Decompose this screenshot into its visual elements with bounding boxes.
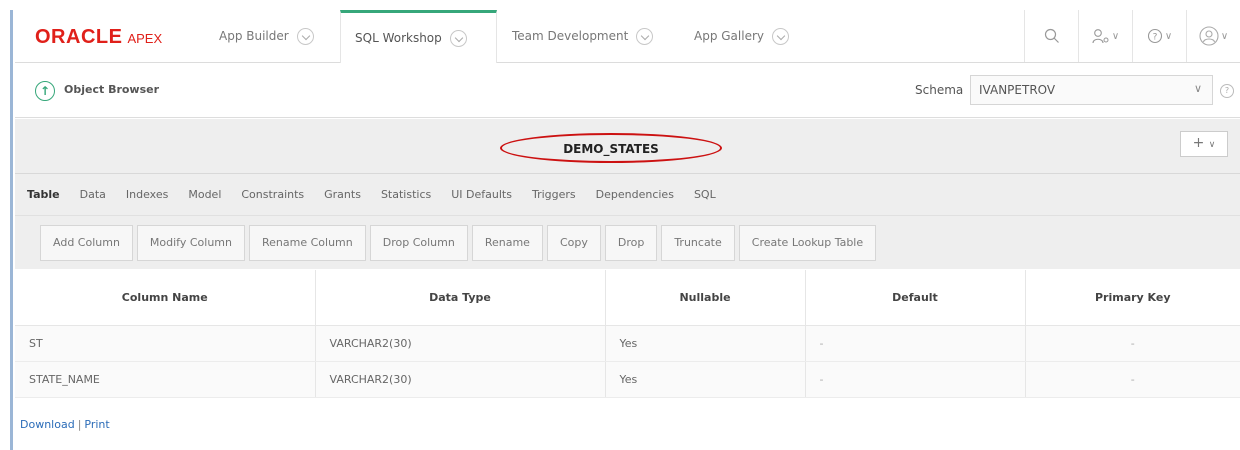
help-menu-icon[interactable]: ? ∨ [1132, 10, 1186, 62]
nav-tab-app-gallery[interactable]: App Gallery [680, 10, 803, 62]
subtab-grants[interactable]: Grants [324, 175, 361, 215]
schema-select[interactable]: IVANPETROV ∨ [970, 75, 1213, 105]
print-link[interactable]: Print [84, 418, 109, 431]
oracle-apex-logo[interactable]: ORACLE APEX [35, 26, 162, 48]
logo-oracle-text: ORACLE [35, 26, 123, 48]
nav-tab-sql-workshop[interactable]: SQL Workshop [340, 10, 497, 63]
report-footer-links: Download | Print [20, 418, 110, 431]
nav-tab-app-builder[interactable]: App Builder [205, 10, 328, 62]
subtab-indexes[interactable]: Indexes [126, 175, 168, 215]
drop-button[interactable]: Drop [604, 224, 658, 261]
link-separator: | [77, 418, 82, 431]
table-cell: VARCHAR2(30) [315, 325, 606, 362]
search-icon[interactable] [1024, 10, 1078, 62]
administration-icon[interactable]: ∨ [1078, 10, 1132, 62]
object-name: DEMO_STATES [563, 142, 659, 156]
subtab-data[interactable]: Data [80, 175, 106, 215]
chevron-down-icon: ∨ [1193, 82, 1202, 95]
chevron-down-icon[interactable] [772, 27, 789, 45]
nav-tab-label: SQL Workshop [355, 31, 442, 45]
table-cell: - [805, 361, 1026, 398]
copy-button[interactable]: Copy [546, 224, 601, 261]
subtab-model[interactable]: Model [188, 175, 221, 215]
nav-icon-group: ∨ ? ∨ ∨ [1024, 10, 1240, 62]
table-cell: - [1025, 361, 1240, 398]
truncate-button[interactable]: Truncate [661, 224, 735, 261]
column-header[interactable]: Nullable [605, 270, 806, 326]
nav-tab-label: App Builder [219, 29, 289, 43]
top-navigation: ORACLE APEX App Builder SQL Workshop Tea… [15, 10, 1240, 63]
create-object-button[interactable]: + ∨ [1180, 131, 1228, 157]
columns-table: Column Name Data Type Nullable Default P… [15, 270, 1240, 398]
schema-value: IVANPETROV [979, 83, 1056, 97]
table-cell: Yes [605, 325, 806, 362]
page-title: Object Browser [64, 83, 160, 96]
svg-text:?: ? [1152, 33, 1157, 43]
subtab-statistics[interactable]: Statistics [381, 175, 431, 215]
help-icon[interactable]: ? [1220, 84, 1234, 98]
user-account-icon[interactable]: ∨ [1186, 10, 1240, 62]
subtab-dependencies[interactable]: Dependencies [596, 175, 674, 215]
chevron-down-icon: ∨ [1164, 30, 1173, 42]
chevron-down-icon[interactable] [296, 27, 314, 45]
object-title-row: DEMO_STATES + ∨ [15, 119, 1240, 174]
column-header[interactable]: Default [805, 270, 1026, 326]
add-column-button[interactable]: Add Column [40, 224, 133, 261]
create-lookup-table-button[interactable]: Create Lookup Table [738, 224, 877, 261]
rename-button[interactable]: Rename [471, 224, 543, 261]
logo-apex-text: APEX [127, 31, 163, 46]
chevron-down-icon: ∨ [1220, 30, 1229, 42]
rename-column-button[interactable]: Rename Column [249, 224, 366, 261]
chevron-down-icon: ∨ [1111, 30, 1120, 42]
table-cell: VARCHAR2(30) [315, 361, 606, 398]
column-header[interactable]: Data Type [315, 270, 606, 326]
table-row: STATE_NAME VARCHAR2(30) Yes - - [15, 361, 1240, 398]
chevron-down-icon: ∨ [1208, 140, 1216, 150]
schema-label: Schema [915, 83, 964, 97]
nav-tab-team-development[interactable]: Team Development [498, 10, 667, 62]
table-cell: - [805, 325, 1026, 362]
subtab-ui-defaults[interactable]: UI Defaults [451, 175, 512, 215]
drop-column-button[interactable]: Drop Column [369, 224, 468, 261]
object-detail-panel: DEMO_STATES + ∨ Table Data Indexes Model… [15, 119, 1240, 269]
table-cell: STATE_NAME [15, 361, 316, 398]
download-link[interactable]: Download [20, 418, 75, 431]
nav-tab-label: App Gallery [694, 29, 764, 43]
chevron-down-icon[interactable] [449, 29, 467, 47]
table-cell: - [1025, 325, 1240, 362]
subtab-table[interactable]: Table [27, 175, 60, 215]
subtab-sql[interactable]: SQL [694, 175, 716, 215]
object-browser-bar: ↑ Object Browser Schema IVANPETROV ∨ ? [15, 63, 1240, 118]
column-header[interactable]: Column Name [15, 270, 316, 326]
table-row: ST VARCHAR2(30) Yes - - [15, 325, 1240, 362]
table-header-row: Column Name Data Type Nullable Default P… [15, 270, 1240, 326]
column-header[interactable]: Primary Key [1025, 270, 1240, 326]
subtab-constraints[interactable]: Constraints [241, 175, 304, 215]
left-accent-strip [10, 10, 13, 450]
arrow-up-icon[interactable]: ↑ [35, 81, 55, 101]
modify-column-button[interactable]: Modify Column [136, 224, 245, 261]
object-subtabs: Table Data Indexes Model Constraints Gra… [15, 175, 1240, 215]
subtab-triggers[interactable]: Triggers [532, 175, 576, 215]
table-actions-toolbar: Add Column Modify Column Rename Column D… [15, 215, 1240, 269]
nav-tab-label: Team Development [512, 29, 629, 43]
table-cell: ST [15, 325, 316, 362]
chevron-down-icon[interactable] [636, 27, 654, 45]
table-cell: Yes [605, 361, 806, 398]
